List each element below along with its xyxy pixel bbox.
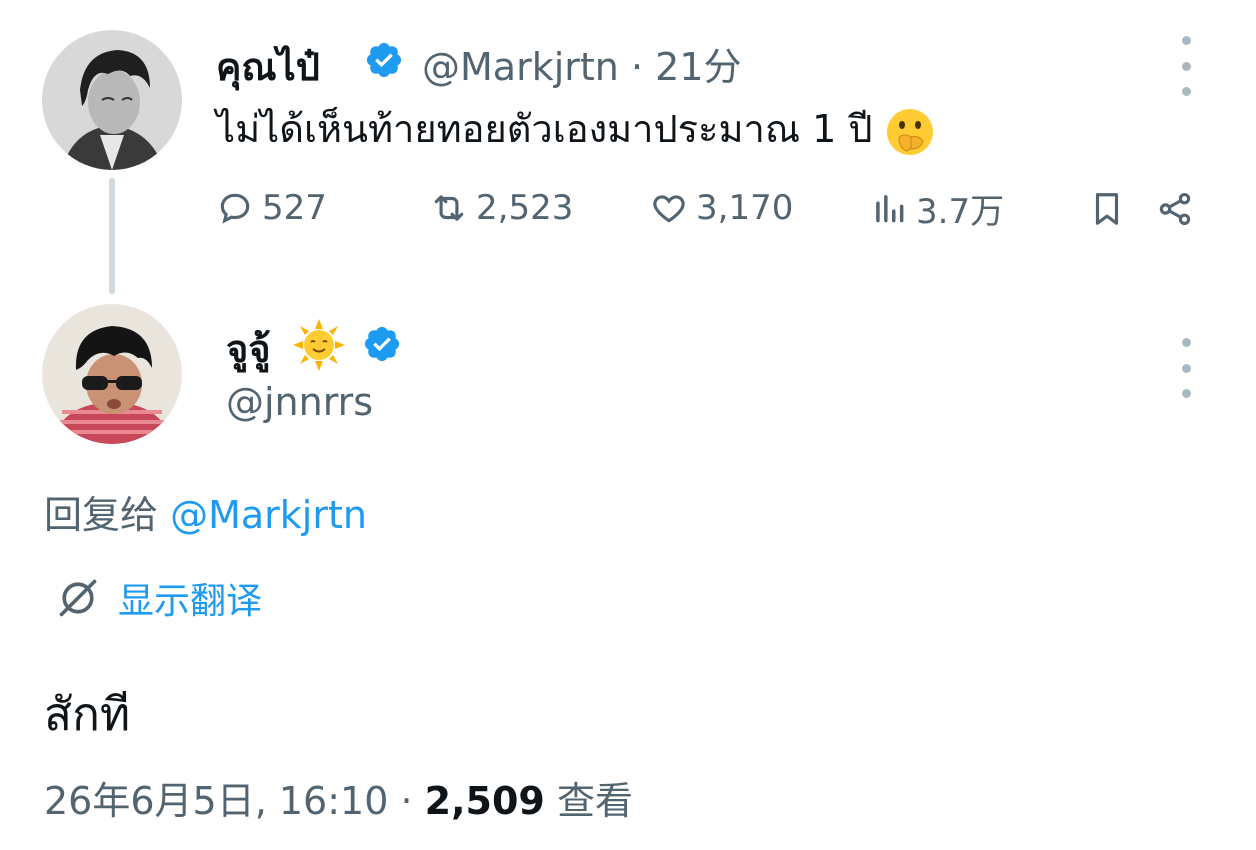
analytics-icon: [876, 195, 904, 223]
reply-author-name-text: จูจู้: [226, 327, 271, 371]
verified-badge-icon: [364, 326, 400, 362]
meta-separator: ·: [400, 779, 413, 823]
tweet-author-handle[interactable]: @Markjrtn: [422, 45, 619, 89]
tweet-text-content: ไม่ได้เห็นท้ายทอยตัวเองมาประมาณ 1 ปี: [216, 107, 873, 151]
avatar-markjrtn[interactable]: [42, 30, 182, 170]
show-translation-label: 显示翻译: [118, 581, 263, 622]
like-count: 3,170: [696, 188, 794, 228]
sun-with-face-icon: [293, 319, 345, 371]
tweet-time-ago[interactable]: 21分: [655, 45, 741, 89]
heart-icon: [653, 195, 685, 223]
views-count: 3.7万: [916, 191, 1005, 232]
reply-author-name[interactable]: จูจู้: [226, 318, 271, 379]
reply-text: สักที: [44, 687, 131, 741]
reply-view-label: 查看: [556, 779, 633, 823]
reply-to-mention[interactable]: @Markjrtn: [170, 493, 367, 537]
views-action[interactable]: 3.7万: [870, 186, 1005, 232]
tweet-more-options-icon[interactable]: [1166, 36, 1206, 96]
avatar-jnnrrs[interactable]: [42, 304, 182, 444]
retweet-action[interactable]: 2,523: [430, 186, 573, 230]
like-action[interactable]: 3,170: [650, 186, 793, 230]
reply-view-count: 2,509: [424, 779, 545, 823]
header-separator: ·: [630, 45, 644, 89]
tweet-author-name[interactable]: คุณไป๋: [216, 36, 320, 97]
reply-more-options-icon[interactable]: [1166, 338, 1206, 398]
reply-icon: [220, 193, 250, 224]
verified-badge-icon: [366, 42, 402, 78]
retweet-count: 2,523: [476, 188, 574, 228]
show-translation-button[interactable]: 显示翻译: [56, 572, 262, 624]
face-with-hand-over-mouth-icon: [886, 108, 933, 155]
reply-action[interactable]: 527: [216, 186, 327, 230]
tweet-handle-time: @Markjrtn · 21分: [422, 36, 742, 91]
retweet-icon: [434, 195, 464, 221]
reply-to-line: 回复给 @Markjrtn: [44, 484, 367, 539]
reply-to-label: 回复给: [44, 493, 159, 537]
reply-meta: 26年6月5日, 16:10 · 2,509 查看: [44, 770, 633, 825]
bookmark-icon[interactable]: [1088, 190, 1126, 228]
tweet-text: ไม่ได้เห็นท้ายทอยตัวเองมาประมาณ 1 ปี: [216, 98, 935, 159]
thread-connector-line: [109, 178, 115, 294]
avatar-photo: [42, 304, 182, 444]
reply-count: 527: [262, 188, 327, 228]
avatar-photo: [42, 30, 182, 170]
share-icon[interactable]: [1156, 190, 1194, 228]
reply-author-handle[interactable]: @jnnrrs: [226, 380, 373, 424]
translate-icon: [59, 579, 97, 617]
reply-timestamp[interactable]: 26年6月5日, 16:10: [44, 779, 388, 823]
